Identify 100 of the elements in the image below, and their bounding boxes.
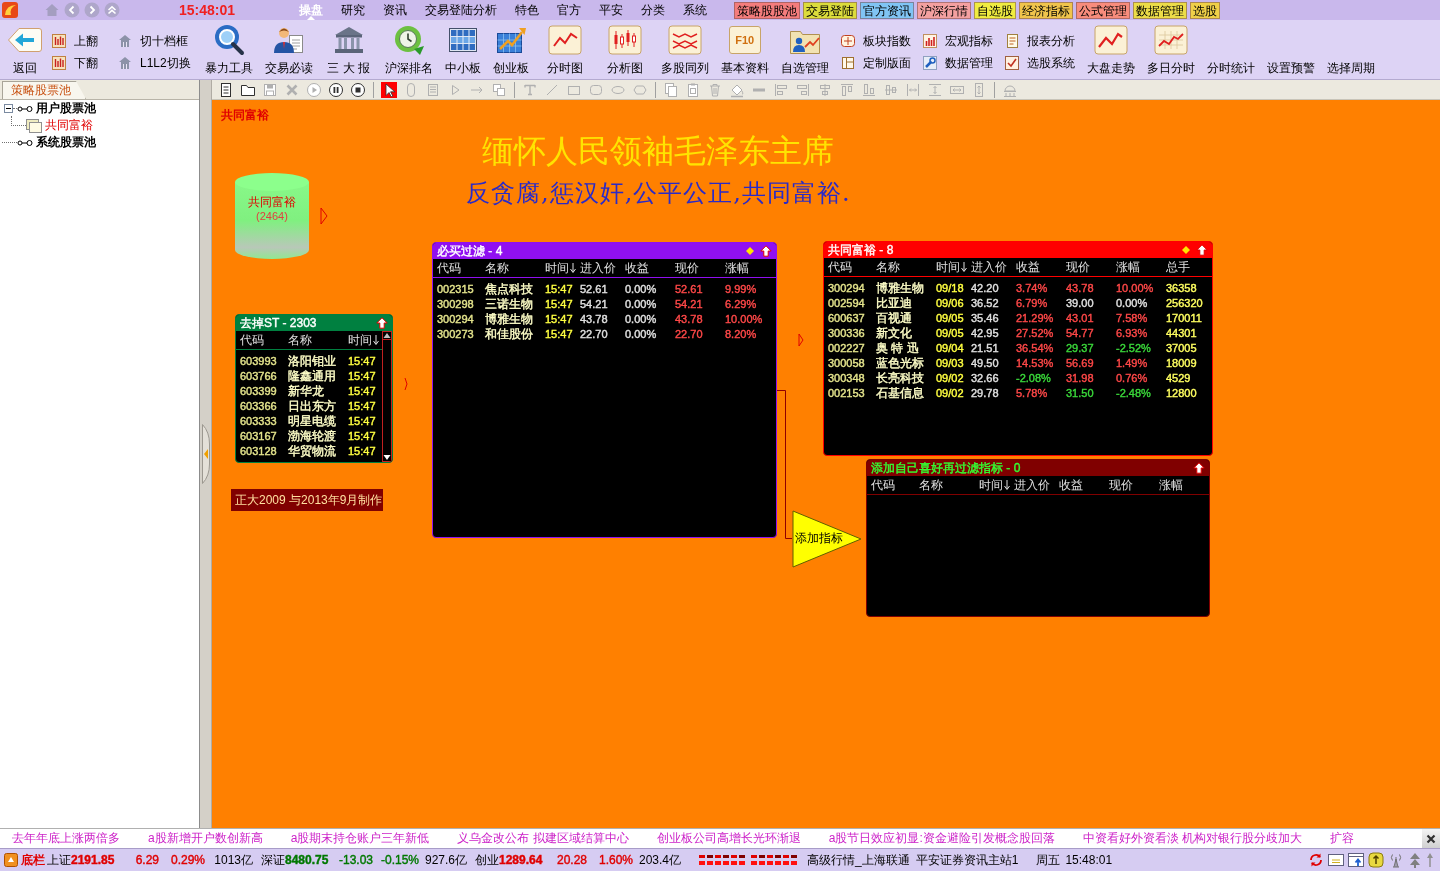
forward-icon[interactable] — [84, 2, 100, 18]
toolbar-button[interactable]: 报表分析 — [1004, 32, 1075, 50]
quick-tab[interactable]: 经济指标 — [1019, 1, 1073, 19]
splitter-bar[interactable] — [200, 80, 212, 828]
scroll-up-icon[interactable] — [383, 332, 391, 340]
toolbar-button[interactable]: 多股同列 — [654, 20, 715, 79]
tree-item-label[interactable]: 用户股票池 — [36, 100, 96, 117]
up-arrow-icon[interactable] — [760, 245, 772, 257]
toolbar-button[interactable]: 上翻 — [52, 32, 98, 50]
quick-tab[interactable]: 策略股股池 — [734, 1, 800, 19]
bar-chart-icon[interactable] — [922, 34, 937, 48]
toolbar-button[interactable]: 中小板 — [438, 20, 487, 79]
toolbar-button[interactable]: 分析图 — [594, 20, 655, 79]
menu-tab[interactable]: 特色 — [506, 0, 548, 20]
toolbar-button[interactable]: 分时图 — [534, 20, 595, 79]
column-header[interactable]: 收益 — [1016, 258, 1066, 276]
column-header[interactable]: 现价 — [675, 259, 725, 277]
bar-tile-icon[interactable] — [52, 34, 66, 48]
toolbar-button[interactable]: 选择周期 — [1320, 20, 1381, 75]
menu-tab[interactable]: 平安 — [590, 0, 632, 20]
toolbar-button[interactable]: 分时统计 — [1200, 20, 1261, 75]
stop-icon[interactable] — [350, 81, 366, 98]
menu-tab[interactable]: 系统 — [674, 0, 716, 20]
column-header[interactable]: 进入价 — [971, 258, 1016, 276]
window-icon[interactable] — [1328, 853, 1344, 867]
collapse-box-icon[interactable] — [4, 104, 13, 113]
quick-tab[interactable]: 官方资讯 — [860, 1, 914, 19]
scroll-down-icon[interactable] — [383, 453, 391, 461]
toolbar-button[interactable]: F10 基本资料 — [714, 20, 775, 79]
port-arrow-icon[interactable] — [798, 333, 804, 347]
server-name[interactable]: 高级行情_上海联通 — [807, 851, 910, 869]
sidebar-tab[interactable]: 策略股票池 — [2, 81, 86, 99]
thin-up-arrow-icon[interactable] — [1426, 852, 1434, 868]
menu-tab[interactable]: 资讯 — [374, 0, 416, 20]
house-icon[interactable] — [118, 34, 132, 48]
news-headline[interactable]: a股新增开户数创新高 — [148, 830, 263, 847]
up-arrow-icon[interactable] — [1193, 462, 1205, 474]
page-icon[interactable] — [218, 81, 234, 98]
toolbar-button[interactable]: 沪深排名 — [378, 20, 439, 79]
column-header[interactable]: 代码 — [437, 259, 485, 277]
pause-icon[interactable] — [328, 81, 344, 98]
refresh-icon[interactable] — [1308, 852, 1324, 868]
toolbar-button[interactable]: 切十档框 — [118, 32, 191, 50]
collapse-handle-icon[interactable] — [201, 424, 210, 484]
house-icon[interactable] — [118, 56, 132, 70]
column-header[interactable]: 代码 — [871, 476, 919, 494]
toolbar-button[interactable]: 交易必读 — [258, 20, 319, 79]
cylinder-drawing[interactable] — [234, 172, 310, 260]
column-header[interactable]: 时间 — [348, 331, 383, 349]
quick-tab[interactable]: 交易登陆 — [803, 1, 857, 19]
quick-tab[interactable]: 自选股 — [974, 1, 1016, 19]
bar-tile-icon[interactable] — [52, 56, 66, 70]
double-chevron-up-icon[interactable] — [104, 2, 120, 18]
quick-tab[interactable]: 沪深行情 — [917, 1, 971, 19]
home-icon[interactable] — [44, 2, 60, 18]
news-headline[interactable]: a股节日效应初显:资金避险引发概念股回落 — [828, 830, 1055, 847]
column-header[interactable]: 总手 — [1166, 258, 1211, 276]
column-header[interactable]: 涨幅 — [725, 259, 775, 277]
toolbar-button[interactable]: 设置预警 — [1260, 20, 1321, 75]
toolbar-button[interactable]: 宏观指标 — [922, 32, 993, 50]
column-header[interactable]: 收益 — [625, 259, 675, 277]
back-icon[interactable] — [64, 2, 80, 18]
up-arrow-icon[interactable] — [1196, 244, 1208, 256]
toolbar-button[interactable]: L1L2切换 — [118, 54, 191, 72]
up-arrow-icon[interactable] — [376, 317, 388, 329]
scrollbar-track[interactable] — [382, 331, 392, 462]
column-header[interactable]: 现价 — [1109, 476, 1159, 494]
column-header[interactable]: 现价 — [1066, 258, 1116, 276]
column-header[interactable]: 代码 — [240, 331, 288, 349]
add-indicator-node[interactable]: 添加指标 — [792, 510, 862, 568]
corner-menu-icon[interactable] — [4, 853, 18, 867]
quick-tab[interactable]: 公式管理 — [1076, 1, 1130, 19]
column-header[interactable]: 时间 — [545, 259, 580, 277]
column-header[interactable]: 涨幅 — [1159, 476, 1209, 494]
menu-tab[interactable]: 分类 — [632, 0, 674, 20]
wrench-icon[interactable] — [922, 56, 937, 70]
toolbar-button[interactable]: 自选管理 — [774, 20, 835, 79]
plus-tile-icon[interactable] — [840, 34, 855, 48]
toolbar-button[interactable]: 多日分时 — [1140, 20, 1201, 79]
toolbar-button[interactable]: 返回 — [2, 20, 48, 79]
column-header[interactable]: 进入价 — [580, 259, 625, 277]
column-header[interactable]: 名称 — [876, 258, 936, 276]
menu-tab[interactable]: 官方 — [548, 0, 590, 20]
check-mark-icon[interactable] — [1004, 56, 1019, 70]
column-header[interactable]: 涨幅 — [1116, 258, 1166, 276]
column-header[interactable]: 收益 — [1059, 476, 1109, 494]
toolbar-button[interactable]: 定制版面 — [840, 54, 911, 72]
menu-tab[interactable]: 研究 — [332, 0, 374, 20]
close-icon[interactable] — [1426, 833, 1436, 844]
up-arrow-badge-icon[interactable] — [1368, 852, 1384, 868]
column-header[interactable]: 时间 — [979, 476, 1014, 494]
double-up-arrow-icon[interactable] — [1408, 852, 1422, 868]
news-headline[interactable]: 创业板公司高增长光环渐退 — [656, 830, 801, 847]
toolbar-button[interactable]: 暴力工具 — [198, 20, 259, 79]
news-headline[interactable]: a股期末持仓账户三年新低 — [290, 830, 430, 847]
document-icon[interactable] — [1004, 34, 1019, 48]
toolbar-button[interactable]: 创业板 — [486, 20, 535, 79]
menu-tab[interactable]: 交易登陆分析 — [416, 0, 506, 20]
antenna-icon[interactable] — [1388, 852, 1404, 868]
news-headline[interactable]: 扩容 — [1330, 830, 1355, 847]
